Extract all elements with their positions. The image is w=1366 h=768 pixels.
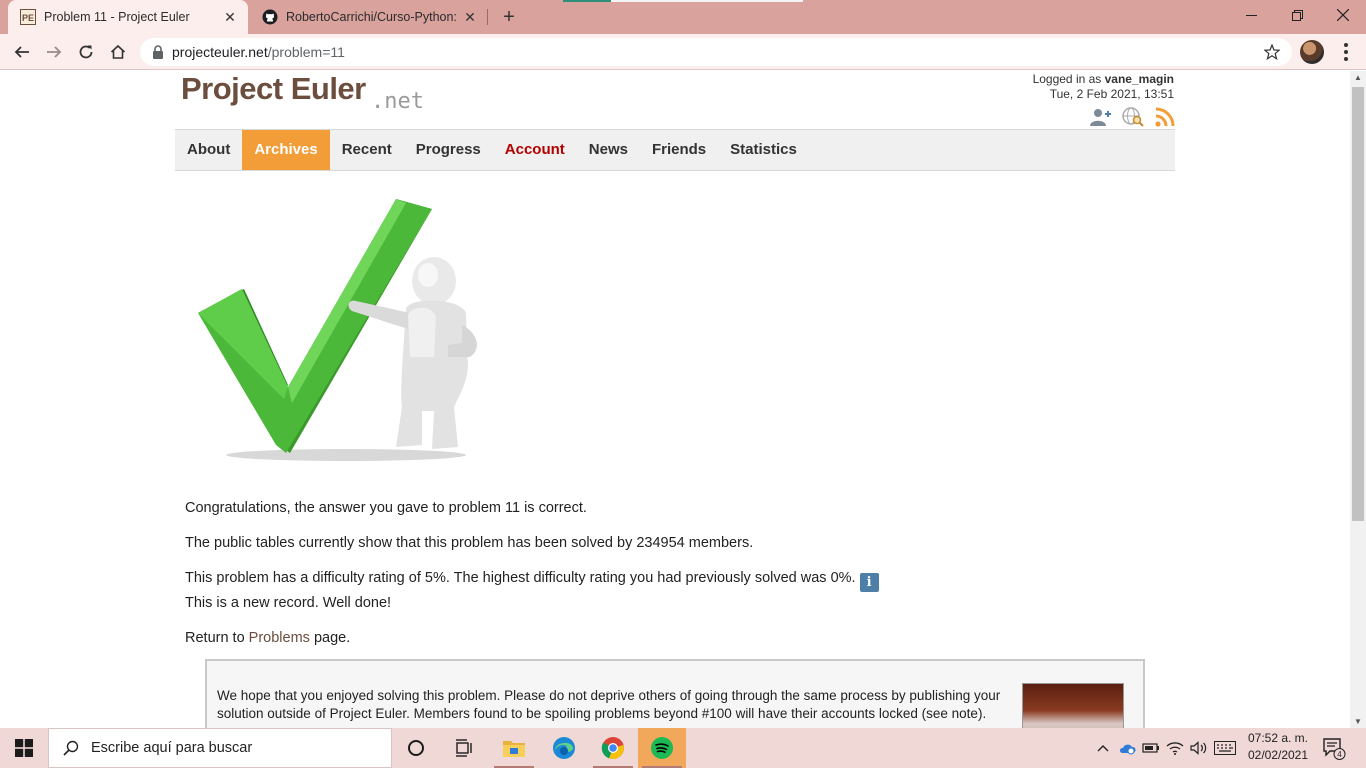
- battery-icon[interactable]: [1140, 728, 1162, 768]
- chrome-browser-icon[interactable]: [589, 728, 637, 768]
- taskbar-search-box[interactable]: Escribe aquí para buscar: [48, 728, 392, 768]
- congrats-message: Congratulations, the answer you gave to …: [185, 500, 587, 516]
- problems-link[interactable]: Problems: [249, 630, 310, 646]
- add-friend-icon[interactable]: [1089, 106, 1113, 128]
- page-viewport: Project Euler .net Logged in as vane_mag…: [0, 71, 1350, 728]
- return-message: Return to Problems page.: [185, 630, 351, 646]
- onedrive-sync-icon[interactable]: [1116, 728, 1138, 768]
- svg-text:PE: PE: [22, 13, 34, 23]
- logo-suffix-text: .net: [371, 89, 424, 114]
- reload-icon[interactable]: [72, 38, 100, 66]
- tab-project-euler[interactable]: PE Problem 11 - Project Euler ✕: [8, 0, 248, 34]
- close-window-icon[interactable]: [1320, 0, 1366, 30]
- restore-icon[interactable]: [1274, 0, 1320, 30]
- home-icon[interactable]: [104, 38, 132, 66]
- rss-feed-icon[interactable]: [1153, 106, 1177, 128]
- spoiler-notice-box: We hope that you enjoyed solving this pr…: [205, 659, 1145, 728]
- windows-start-icon[interactable]: [0, 728, 48, 768]
- tab-close-icon[interactable]: ✕: [222, 9, 238, 25]
- keyboard-input-icon[interactable]: [1212, 728, 1238, 768]
- nav-friends[interactable]: Friends: [640, 130, 718, 170]
- minimize-icon[interactable]: [1228, 0, 1274, 30]
- browser-toolbar: projecteuler.net/problem=11: [0, 34, 1366, 70]
- show-hidden-icons-chevron-icon[interactable]: [1094, 728, 1112, 768]
- url-text: projecteuler.net/problem=11: [172, 44, 345, 60]
- wifi-icon[interactable]: [1164, 728, 1186, 768]
- globe-search-icon[interactable]: [1121, 106, 1145, 128]
- clock-time: 07:52 a. m.: [1247, 731, 1309, 745]
- nav-account[interactable]: Account: [493, 130, 577, 170]
- page-scrollbar[interactable]: ▲ ▼: [1350, 71, 1366, 728]
- spotify-icon[interactable]: [638, 728, 686, 768]
- tab-github[interactable]: RobertoCarrichi/Curso-Python: C ✕: [250, 0, 488, 34]
- scrollbar-thumb[interactable]: [1352, 87, 1364, 521]
- tab-title: Problem 11 - Project Euler: [44, 10, 190, 24]
- forward-arrow-icon[interactable]: [40, 38, 68, 66]
- back-arrow-icon[interactable]: [8, 38, 36, 66]
- correct-answer-check-icon: [198, 199, 477, 461]
- new-tab-icon[interactable]: +: [498, 6, 520, 28]
- scroll-down-icon[interactable]: ▼: [1354, 717, 1362, 726]
- file-explorer-icon[interactable]: [490, 728, 538, 768]
- nav-progress[interactable]: Progress: [404, 130, 493, 170]
- difficulty-text: This problem has a difficulty rating of …: [185, 570, 856, 586]
- clock-date: 02/02/2021: [1247, 748, 1309, 762]
- windows-taskbar: Escribe aquí para buscar 07:52 a. m. 02/…: [0, 728, 1366, 768]
- github-favicon-icon: [262, 9, 278, 25]
- tab-title: RobertoCarrichi/Curso-Python: C: [286, 10, 456, 24]
- search-placeholder: Escribe aquí para buscar: [91, 740, 253, 756]
- tab-strip-accent: [563, 0, 611, 2]
- cortana-icon[interactable]: [392, 728, 440, 768]
- current-datetime: Tue, 2 Feb 2021, 13:51: [1049, 87, 1174, 101]
- nav-about[interactable]: About: [175, 130, 242, 170]
- project-euler-favicon-icon: PE: [20, 9, 36, 25]
- edge-browser-icon[interactable]: [540, 728, 588, 768]
- login-info: Logged in as vane_magin Tue, 2 Feb 2021,…: [1033, 72, 1174, 102]
- nav-news[interactable]: News: [577, 130, 640, 170]
- notification-count: 4: [1337, 750, 1342, 759]
- header-icon-group: [1089, 106, 1177, 128]
- record-text: This is a new record. Well done!: [185, 595, 392, 611]
- tab-close-icon[interactable]: ✕: [462, 9, 478, 25]
- solved-by-message: The public tables currently show that th…: [185, 535, 754, 551]
- site-logo[interactable]: Project Euler .net: [181, 71, 441, 115]
- nav-statistics[interactable]: Statistics: [718, 130, 809, 170]
- browser-menu-icon[interactable]: [1336, 40, 1356, 64]
- lock-icon: [153, 45, 163, 59]
- search-icon: [63, 740, 79, 756]
- profile-avatar[interactable]: [1300, 40, 1324, 64]
- bookmark-star-icon[interactable]: [1264, 44, 1280, 60]
- browser-tab-strip: PE Problem 11 - Project Euler ✕ RobertoC…: [0, 0, 1366, 34]
- nav-recent[interactable]: Recent: [330, 130, 404, 170]
- result-content: Congratulations, the answer you gave to …: [185, 497, 1145, 662]
- taskbar-clock[interactable]: 07:52 a. m. 02/02/2021: [1240, 730, 1316, 764]
- action-center-icon[interactable]: 4: [1322, 736, 1346, 760]
- logged-in-line: Logged in as vane_magin: [1032, 72, 1174, 86]
- info-icon[interactable]: i: [859, 573, 879, 592]
- address-bar[interactable]: projecteuler.net/problem=11: [140, 38, 1292, 66]
- scroll-up-icon[interactable]: ▲: [1354, 73, 1362, 82]
- task-view-icon[interactable]: [440, 728, 488, 768]
- nav-archives[interactable]: Archives: [242, 130, 330, 170]
- site-nav: About Archives Recent Progress Account N…: [175, 129, 1175, 171]
- euler-portrait-image: [1022, 683, 1124, 728]
- username: vane_magin: [1104, 72, 1174, 86]
- logo-main-text: Project Euler: [181, 71, 366, 106]
- spoiler-notice-text: We hope that you enjoyed solving this pr…: [217, 688, 1001, 721]
- tab-strip-accent-light: [611, 0, 803, 2]
- difficulty-message: This problem has a difficulty rating of …: [185, 567, 1145, 614]
- volume-icon[interactable]: [1188, 728, 1210, 768]
